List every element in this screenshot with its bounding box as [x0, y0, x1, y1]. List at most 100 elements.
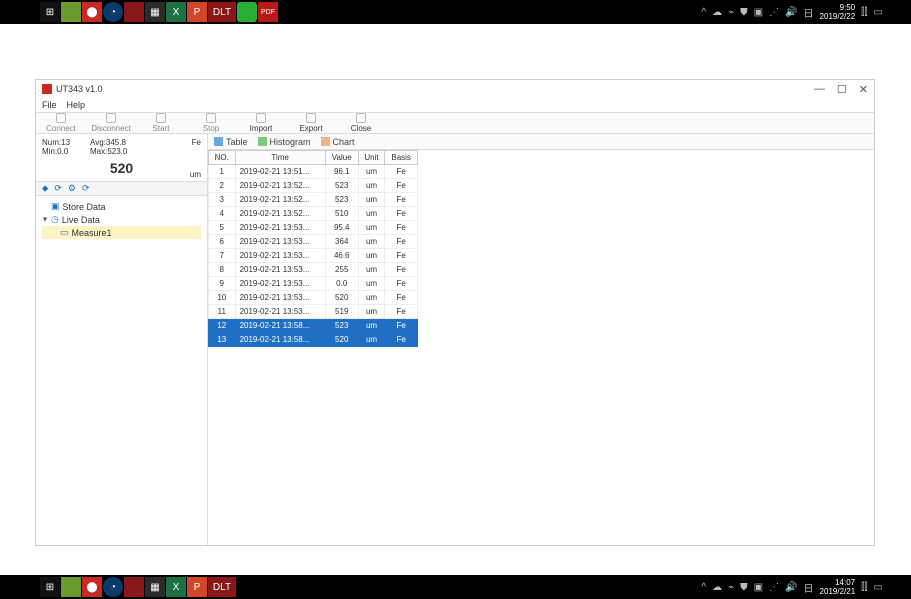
start-button-icon[interactable]: ⊞: [40, 577, 60, 597]
tray-chevron-icon[interactable]: ^: [701, 7, 706, 18]
file-explorer-icon[interactable]: [61, 577, 81, 597]
table-row[interactable]: 132019-02-21 13:58...520umFe: [209, 333, 418, 347]
tray-shield-icon[interactable]: ⛊: [740, 7, 748, 18]
right-pane: Table Histogram Chart NO. Time Value Uni…: [208, 134, 874, 545]
browser-icon[interactable]: ◔: [103, 2, 123, 22]
cell-no: 10: [209, 291, 236, 305]
tray-battery-icon[interactable]: ▣: [754, 582, 763, 593]
table-row[interactable]: 102019-02-21 13:53...520umFe: [209, 291, 418, 305]
table-row[interactable]: 112019-02-21 13:53...519umFe: [209, 305, 418, 319]
cell-value: 46.6: [325, 249, 358, 263]
table-header-row: NO. Time Value Unit Basis: [209, 151, 418, 165]
data-tree: ▣ Store Data ▾ ◷ Live Data ▭ Measure1: [36, 196, 207, 545]
stop-button[interactable]: Stop: [192, 113, 230, 133]
close-data-button[interactable]: Close: [342, 113, 380, 133]
table-row[interactable]: 62019-02-21 13:53...364umFe: [209, 235, 418, 249]
histogram-icon: [258, 137, 267, 146]
tab-histogram[interactable]: Histogram: [258, 137, 311, 147]
tray-notifications-icon[interactable]: ▭: [874, 7, 883, 18]
col-value[interactable]: Value: [325, 151, 358, 165]
powerpoint-icon[interactable]: P: [187, 577, 207, 597]
excel-icon[interactable]: X: [166, 577, 186, 597]
app-icon[interactable]: ⬤: [82, 2, 102, 22]
table-row[interactable]: 52019-02-21 13:53...95.4umFe: [209, 221, 418, 235]
cell-value: 95.4: [325, 221, 358, 235]
start-button-icon[interactable]: ⊞: [40, 2, 60, 22]
close-button[interactable]: ✕: [859, 83, 868, 96]
tree-action-icon-1[interactable]: ⬥: [42, 183, 48, 194]
tray-network-icon[interactable]: ⋰: [769, 582, 779, 593]
cell-basis: Fe: [385, 333, 418, 347]
minimize-button[interactable]: —: [814, 83, 825, 96]
app-icon-2[interactable]: [124, 577, 144, 597]
tray-notifications-icon[interactable]: ▭: [874, 582, 883, 593]
tray-graph-icon[interactable]: ⫿⫿: [861, 7, 867, 18]
tab-table[interactable]: Table: [214, 137, 248, 147]
tree-action-icon-4[interactable]: ⟳: [82, 183, 90, 194]
table-row[interactable]: 92019-02-21 13:53...0.0umFe: [209, 277, 418, 291]
start-button[interactable]: Start: [142, 113, 180, 133]
tray-volume-icon[interactable]: 🔊: [785, 7, 797, 18]
col-time[interactable]: Time: [235, 151, 325, 165]
stat-basis: Fe: [192, 138, 201, 147]
tray-volume-icon[interactable]: 🔊: [785, 582, 797, 593]
tray-cloud-icon[interactable]: ☁: [712, 582, 722, 593]
app-window: UT343 v1.0 — ☐ ✕ File Help Connect Disco…: [36, 80, 874, 545]
wechat-icon[interactable]: [237, 2, 257, 22]
tray-bluetooth-icon[interactable]: ⌁: [728, 7, 734, 18]
tray-shield-icon[interactable]: ⛊: [740, 582, 748, 593]
table-row[interactable]: 122019-02-21 13:58...523umFe: [209, 319, 418, 333]
app-icon-2[interactable]: [124, 2, 144, 22]
table-row[interactable]: 42019-02-21 13:52...510umFe: [209, 207, 418, 221]
tray-cloud-icon[interactable]: ☁: [712, 7, 722, 18]
cell-unit: um: [358, 305, 385, 319]
cell-no: 5: [209, 221, 236, 235]
disconnect-button[interactable]: Disconnect: [92, 113, 130, 133]
tray-clock[interactable]: 9:50 2019/2/22: [820, 3, 856, 21]
tray-ime-icon[interactable]: 日: [804, 5, 814, 20]
connect-button[interactable]: Connect: [42, 113, 80, 133]
tree-store-data[interactable]: ▣ Store Data: [42, 200, 201, 213]
tray-clock[interactable]: 14:07 2019/2/21: [820, 578, 856, 596]
maximize-button[interactable]: ☐: [837, 83, 847, 96]
tray-network-icon[interactable]: ⋰: [769, 7, 779, 18]
col-no[interactable]: NO.: [209, 151, 236, 165]
tree-measure1[interactable]: ▭ Measure1: [42, 226, 201, 239]
cell-no: 8: [209, 263, 236, 277]
calculator-icon[interactable]: ▦: [145, 2, 165, 22]
calculator-icon[interactable]: ▦: [145, 577, 165, 597]
menu-help[interactable]: Help: [67, 100, 86, 110]
excel-icon[interactable]: X: [166, 2, 186, 22]
tray-chevron-icon[interactable]: ^: [701, 582, 706, 593]
tree-expand-icon[interactable]: ▾: [42, 214, 48, 225]
tree-action-icon-2[interactable]: ⟳: [54, 183, 62, 194]
tray-ime-icon[interactable]: 日: [804, 580, 814, 595]
tray-battery-icon[interactable]: ▣: [754, 7, 763, 18]
col-unit[interactable]: Unit: [358, 151, 385, 165]
tray-bluetooth-icon[interactable]: ⌁: [728, 582, 734, 593]
app-icon[interactable]: ⬤: [82, 577, 102, 597]
table-row[interactable]: 22019-02-21 13:52...523umFe: [209, 179, 418, 193]
tree-live-data[interactable]: ▾ ◷ Live Data: [42, 213, 201, 226]
table-row[interactable]: 82019-02-21 13:53...255umFe: [209, 263, 418, 277]
cell-time: 2019-02-21 13:52...: [235, 179, 325, 193]
pdf-icon[interactable]: PDF: [258, 2, 278, 22]
tray-graph-icon[interactable]: ⫿⫿: [861, 582, 867, 593]
import-button[interactable]: Import: [242, 113, 280, 133]
table-row[interactable]: 72019-02-21 13:53...46.6umFe: [209, 249, 418, 263]
tree-action-icon-3[interactable]: ⚙: [68, 183, 76, 194]
cell-basis: Fe: [385, 305, 418, 319]
cell-time: 2019-02-21 13:58...: [235, 333, 325, 347]
table-row[interactable]: 12019-02-21 13:51...96.1umFe: [209, 165, 418, 179]
menu-file[interactable]: File: [42, 100, 57, 110]
cell-no: 7: [209, 249, 236, 263]
powerpoint-icon[interactable]: P: [187, 2, 207, 22]
file-explorer-icon[interactable]: [61, 2, 81, 22]
col-basis[interactable]: Basis: [385, 151, 418, 165]
tab-chart[interactable]: Chart: [321, 137, 355, 147]
table-row[interactable]: 32019-02-21 13:52...523umFe: [209, 193, 418, 207]
export-button[interactable]: Export: [292, 113, 330, 133]
current-app-icon[interactable]: DLT: [208, 577, 236, 597]
browser-icon[interactable]: ◔: [103, 577, 123, 597]
current-app-icon[interactable]: DLT: [208, 2, 236, 22]
